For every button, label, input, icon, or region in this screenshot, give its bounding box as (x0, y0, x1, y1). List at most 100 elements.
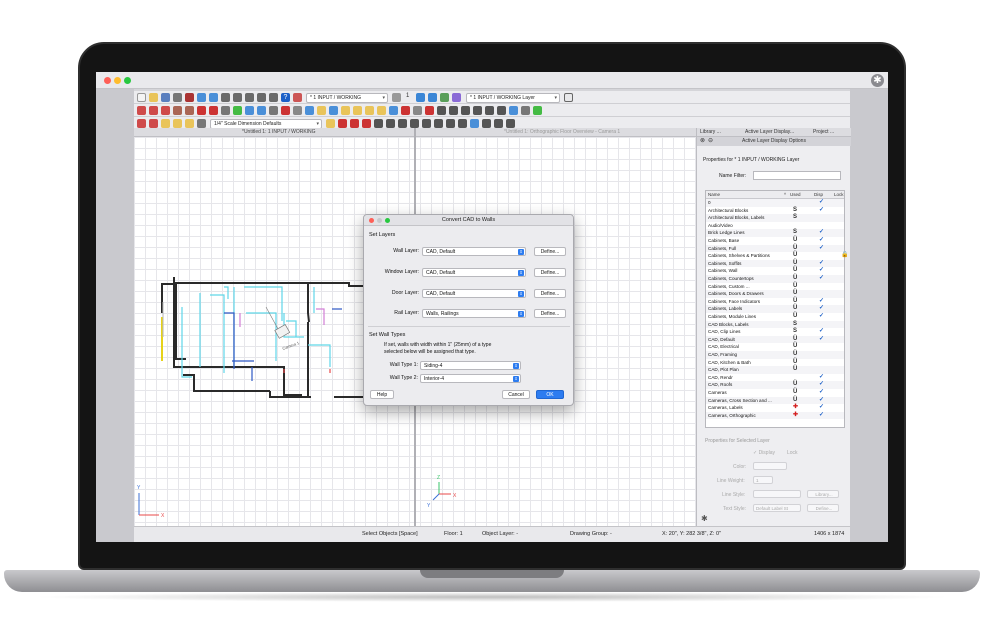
layer-row[interactable]: CAD, Roofs Ü ✓ (706, 381, 844, 389)
tab-plan-view[interactable]: *Untitled 1: 1 INPUT / WORKING (242, 129, 316, 135)
fill-window-icon[interactable] (245, 93, 254, 102)
layer-row[interactable]: Audio/Video (706, 222, 844, 230)
panel-options-icon[interactable]: ⊖ (708, 137, 713, 146)
wall-layer-define-button[interactable]: Define... (534, 247, 566, 256)
chart-icon[interactable] (509, 106, 518, 115)
lock-icon[interactable]: 🔒 (841, 251, 848, 258)
line-weight-input[interactable]: 1 (753, 476, 773, 484)
cancel-button[interactable]: Cancel (502, 390, 530, 399)
roof-icon[interactable] (221, 106, 230, 115)
arrow-tool-icon[interactable] (326, 119, 335, 128)
library-button[interactable]: Library... (807, 490, 839, 498)
door-layer-define-button[interactable]: Define... (534, 289, 566, 298)
layer-row[interactable]: Cameras, Cross Section and ... Ü ✓ (706, 396, 844, 405)
text-icon[interactable] (305, 106, 314, 115)
layer-display-checkbox[interactable]: ✓ (819, 298, 824, 306)
annotation-icon[interactable] (365, 106, 374, 115)
help-button[interactable]: Help (370, 390, 394, 399)
delete-icon[interactable] (425, 106, 434, 115)
layer-row[interactable]: Cabinets, Labels Ü ✓ (706, 305, 844, 313)
wall-layer-select[interactable]: CAD, Default ⇕ (422, 247, 526, 256)
layer-row[interactable]: Cabinets, Full Ü ✓ (706, 244, 844, 253)
layer-row[interactable]: Brick Ledge Lines S ✓ (706, 229, 844, 237)
lock-checkbox[interactable]: Lock (787, 450, 798, 456)
layer-row[interactable]: Cameras, Labels ✚ ✓ (706, 404, 844, 412)
polyline-icon[interactable] (422, 119, 431, 128)
wave-icon[interactable] (482, 119, 491, 128)
tab-library[interactable]: Library ... (700, 129, 721, 135)
zoom-window-button[interactable] (124, 77, 131, 84)
stairs-icon[interactable] (209, 106, 218, 115)
layer-display-checkbox[interactable]: ✓ (819, 412, 824, 420)
layer-row[interactable]: Cabinets, Face Indicators Ü ✓ (706, 298, 844, 306)
library-icon[interactable] (293, 106, 302, 115)
dialog-close-button[interactable] (369, 218, 374, 223)
layer-display-checkbox[interactable]: ✓ (819, 313, 824, 321)
pan-icon[interactable] (257, 93, 266, 102)
terrain-icon[interactable] (233, 106, 242, 115)
layer-display-checkbox[interactable]: ✓ (819, 207, 824, 215)
layer-row[interactable]: CAD, Rendr ✓ (706, 374, 844, 382)
electrical-icon[interactable] (197, 106, 206, 115)
layer-select[interactable]: * 1 INPUT / WORKING ▾ (306, 93, 388, 103)
page-icon[interactable] (185, 119, 194, 128)
layer-display-checkbox[interactable]: ✓ (819, 328, 824, 336)
column-lock[interactable]: Lock (834, 192, 844, 197)
display-checkbox[interactable]: ✓ Display (753, 450, 775, 456)
refresh-icon[interactable] (269, 93, 278, 102)
rail-layer-define-button[interactable]: Define... (534, 309, 566, 318)
door-icon[interactable] (161, 106, 170, 115)
layer-display-checkbox[interactable]: ✓ (819, 336, 824, 344)
working-layer-select[interactable]: * 1 INPUT / WORKING Layer ▾ (466, 93, 560, 103)
spline-icon[interactable] (485, 106, 494, 115)
panel-gear-icon[interactable]: ✱ (701, 514, 708, 523)
select-objects-icon[interactable] (137, 106, 146, 115)
layer-display-checkbox[interactable]: ✓ (819, 404, 824, 412)
layer-row[interactable]: CAD, Electrical Ü (706, 343, 844, 351)
close-window-button[interactable] (104, 77, 111, 84)
layer-row[interactable]: CAD, Framing Ü (706, 351, 844, 359)
layer-display-checkbox[interactable]: ✓ (819, 275, 824, 283)
dialog-zoom-button[interactable] (385, 218, 390, 223)
grid-icon[interactable] (533, 106, 542, 115)
default-sets-icon[interactable] (353, 106, 362, 115)
layer-row[interactable]: Cabinets, Countertops Ü ✓ (706, 275, 844, 283)
select-arrow-icon[interactable] (137, 119, 146, 128)
cabinet-icon[interactable] (185, 106, 194, 115)
dimension-icon[interactable] (329, 106, 338, 115)
box-icon[interactable] (413, 106, 422, 115)
angle-icon[interactable] (338, 119, 347, 128)
window-layer-define-button[interactable]: Define... (534, 268, 566, 277)
layer-display-checkbox[interactable]: ✓ (819, 374, 824, 382)
up-arrow-icon[interactable] (416, 93, 425, 102)
layer-row[interactable]: CAD, Default Ü ✓ (706, 335, 844, 344)
grid-toggle-icon[interactable] (494, 119, 503, 128)
wall-type1-select[interactable]: Siding-4 ⇕ (420, 361, 521, 370)
diagonal-line-icon[interactable] (410, 119, 419, 128)
sheet-icon[interactable] (197, 119, 206, 128)
tab-orthographic-view[interactable]: *Untitled 1: Orthographic Floor Overview… (504, 129, 620, 135)
group-select-icon[interactable] (149, 119, 158, 128)
camera-icon[interactable] (245, 106, 254, 115)
checkbox-icon[interactable] (564, 93, 573, 102)
layer-row[interactable]: CAD, Clip Lines S ✓ (706, 328, 844, 336)
zoom-out-icon[interactable] (233, 93, 242, 102)
layer-set-icon[interactable] (293, 93, 302, 102)
line-style-select[interactable] (753, 490, 801, 498)
layer-row[interactable]: 0 ✓ (706, 199, 844, 207)
layer-row[interactable]: Cameras Ü ✓ (706, 389, 844, 397)
oval-icon[interactable] (458, 119, 467, 128)
crop-icon[interactable] (374, 119, 383, 128)
layer-display-checkbox[interactable]: ✓ (819, 305, 824, 313)
wall-type2-select[interactable]: Interior-4 ⇕ (420, 374, 521, 383)
open-folder-icon[interactable] (149, 93, 158, 102)
layer-row[interactable]: Cabinets, Wall Ü ✓ (706, 267, 844, 275)
cut-icon[interactable] (185, 93, 194, 102)
column-used[interactable]: Used (790, 192, 801, 197)
layer-row[interactable]: Cabinets, Soffits Ü ✓ (706, 259, 844, 268)
layer-row[interactable]: Cabinets, Custom ... Ü (706, 283, 844, 291)
layer-row[interactable]: Cabinets, Shelves & Partitions Ü (706, 252, 844, 260)
text-style-select[interactable]: Default Label St (753, 504, 801, 512)
panel-close-icon[interactable]: ⊗ (700, 137, 705, 146)
xmark-icon[interactable] (350, 119, 359, 128)
